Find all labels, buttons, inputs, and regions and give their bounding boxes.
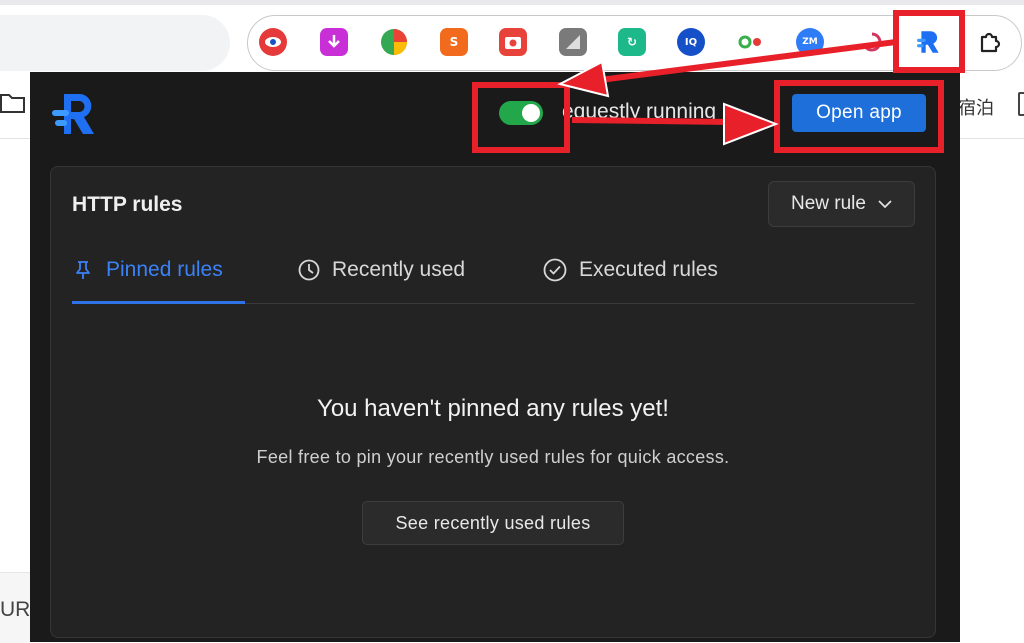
requestly-logo [52,94,94,134]
extension-popup: equestly running Open app HTTP rules New… [30,72,960,642]
puzzle-extensions-icon[interactable] [976,28,1004,56]
chevron-down-icon [878,199,892,208]
empty-state-title: You haven't pinned any rules yet! [317,395,669,422]
tab-label: Recently used [332,258,466,281]
address-bar[interactable] [0,15,230,71]
pin-icon [76,261,90,279]
status-text: equestly running [562,100,717,123]
annotation-box-extension [893,10,965,73]
eye-extension-icon[interactable] [259,28,287,56]
card-title: HTTP rules [72,193,183,216]
annotation-box-open-app [774,80,944,153]
rules-tabs: Pinned rules Recently used Executed rule… [72,237,915,304]
active-tab-indicator [72,301,245,304]
check-circle-icon [543,258,567,282]
pie-extension-icon[interactable] [380,28,408,56]
nodes-extension-icon[interactable] [737,28,765,56]
folder-icon[interactable] [1018,92,1024,116]
bookmark-label[interactable]: 宿泊 [958,94,994,120]
see-recently-used-button[interactable]: See recently used rules [362,501,624,545]
empty-state-subtitle: Feel free to pin your recently used rule… [256,447,730,467]
annotation-box-toggle [472,82,570,153]
loop-extension-icon[interactable] [858,28,886,56]
tab-recently-used[interactable]: Recently used [298,237,465,303]
new-rule-label: New rule [791,193,866,214]
window-top-strip [0,0,1024,5]
s-extension-icon[interactable]: S [440,28,468,56]
http-rules-card: HTTP rules New rule Pinned rules Recentl… [50,166,936,638]
sync-extension-icon[interactable]: ↻ [618,28,646,56]
tab-executed-rules[interactable]: Executed rules [543,237,718,303]
download-extension-icon[interactable] [320,28,348,56]
folder-icon[interactable] [0,92,26,119]
tab-label: Executed rules [579,258,718,281]
tab-label: Pinned rules [106,258,223,281]
iq-extension-icon[interactable]: IQ [677,28,705,56]
camera-extension-icon[interactable] [499,28,527,56]
zm-extension-icon[interactable]: ZM [796,28,824,56]
tab-pinned-rules[interactable]: Pinned rules [72,237,223,303]
new-rule-dropdown[interactable]: New rule [768,181,915,227]
page-text: UR [0,598,31,621]
clock-icon [298,259,320,281]
grey-extension-icon[interactable] [559,28,587,56]
